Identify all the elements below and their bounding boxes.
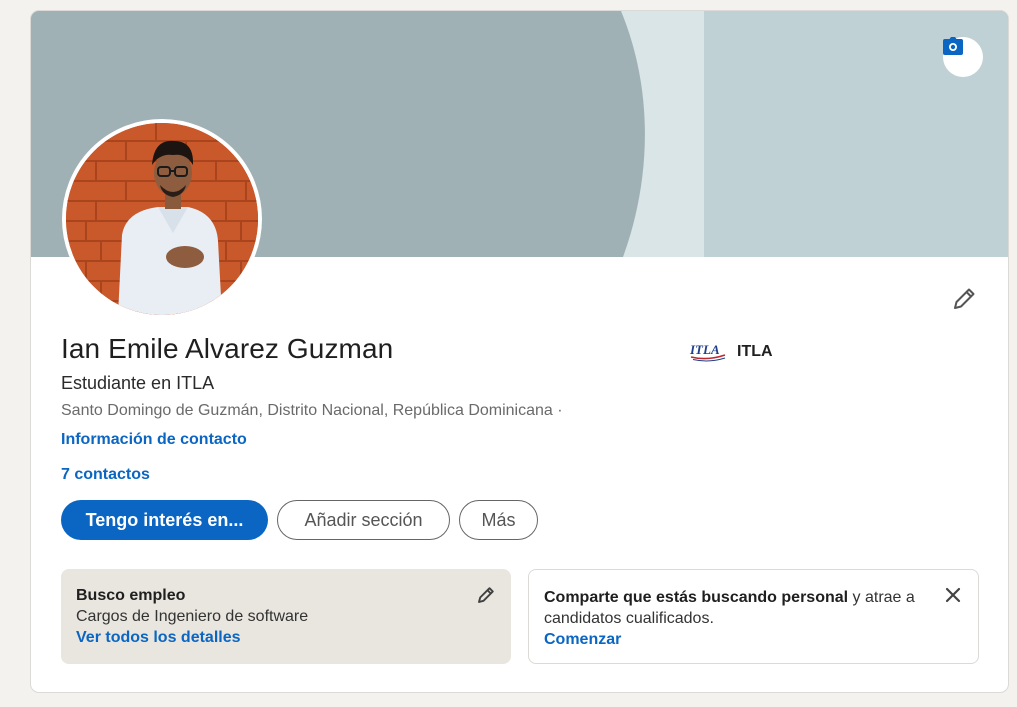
education-entry[interactable]: ITLA ITLA — [689, 341, 773, 363]
open-to-work-details-link[interactable]: Ver todos los detalles — [76, 627, 496, 648]
close-icon — [945, 587, 961, 603]
open-to-work-roles: Cargos de Ingeniero de software — [76, 608, 309, 625]
edit-open-to-work-button[interactable] — [474, 583, 498, 607]
hiring-prompt-box: Comparte que estás buscando personal y a… — [528, 569, 979, 664]
pencil-icon — [478, 587, 494, 603]
edit-profile-button[interactable] — [946, 281, 982, 317]
dismiss-hiring-prompt-button[interactable] — [940, 582, 966, 608]
hiring-prompt-bold: Comparte que estás buscando personal — [544, 589, 849, 606]
hiring-start-link[interactable]: Comenzar — [544, 629, 963, 650]
open-to-work-box[interactable]: Busco empleo Cargos de Ingeniero de soft… — [61, 569, 511, 664]
itla-logo-text: ITLA — [689, 342, 720, 357]
education-name: ITLA — [737, 343, 773, 360]
pencil-icon — [954, 288, 975, 309]
profile-location: Santo Domingo de Guzmán, Distrito Nacion… — [61, 402, 563, 419]
profile-name: Ian Emile Alvarez Guzman — [61, 333, 394, 364]
contact-info-link[interactable]: Información de contacto — [61, 431, 247, 449]
camera-icon — [943, 37, 963, 55]
itla-logo: ITLA — [689, 342, 726, 362]
add-section-button[interactable]: Añadir sección — [277, 500, 450, 540]
hiring-prompt-text: Comparte que estás buscando personal y a… — [544, 587, 939, 629]
more-button[interactable]: Más — [459, 500, 538, 540]
profile-photo-image — [66, 123, 258, 315]
profile-photo[interactable] — [62, 119, 262, 319]
profile-headline: Estudiante en ITLA — [61, 373, 215, 393]
profile-card: Ian Emile Alvarez Guzman Estudiante en I… — [30, 10, 1009, 693]
edit-banner-button[interactable] — [943, 37, 983, 77]
connections-link[interactable]: 7 contactos — [61, 466, 150, 484]
open-to-button[interactable]: Tengo interés en... — [61, 500, 268, 540]
open-to-work-title: Busco empleo — [76, 587, 186, 604]
